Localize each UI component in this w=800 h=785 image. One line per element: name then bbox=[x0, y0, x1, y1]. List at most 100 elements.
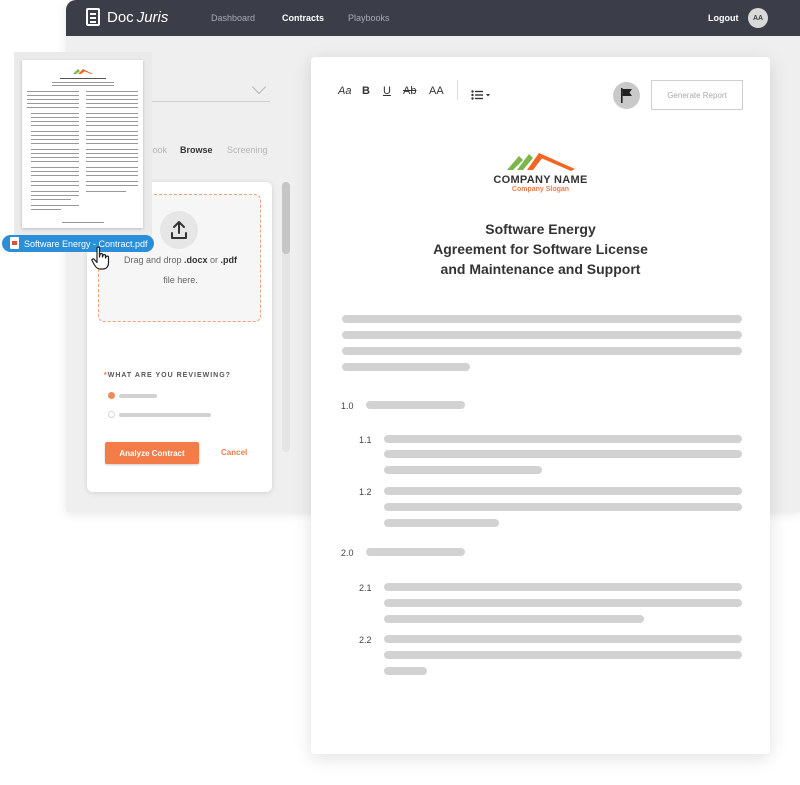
review-option-label-1 bbox=[119, 394, 157, 398]
cancel-button[interactable]: Cancel bbox=[221, 448, 247, 457]
company-logo bbox=[505, 150, 577, 177]
thumb-line bbox=[86, 157, 138, 158]
thumb-line bbox=[31, 185, 79, 186]
thumb-line bbox=[52, 82, 114, 83]
tab-browse[interactable]: Browse bbox=[180, 145, 213, 155]
thumb-line bbox=[31, 171, 79, 172]
text-placeholder-line bbox=[384, 635, 742, 643]
thumb-line bbox=[31, 153, 79, 154]
thumb-line bbox=[31, 143, 79, 144]
logout-link[interactable]: Logout bbox=[708, 13, 739, 23]
text-placeholder-line bbox=[384, 435, 742, 443]
dragged-file-preview[interactable] bbox=[14, 52, 152, 236]
flag-icon bbox=[621, 88, 632, 103]
text-placeholder-line bbox=[342, 315, 742, 323]
thumb-line bbox=[86, 95, 138, 96]
generate-report-button[interactable]: Generate Report bbox=[651, 80, 743, 110]
thumb-line bbox=[31, 181, 79, 182]
all-caps-button[interactable]: AA bbox=[429, 85, 444, 97]
text-placeholder-line bbox=[342, 331, 742, 339]
thumb-line bbox=[31, 139, 79, 140]
nav-dashboard[interactable]: Dashboard bbox=[211, 13, 255, 23]
section-number-2-0: 2.0 bbox=[341, 548, 354, 558]
thumb-line bbox=[86, 99, 138, 100]
avatar[interactable]: AA bbox=[748, 8, 768, 28]
strikethrough-button[interactable]: Ab bbox=[403, 85, 416, 97]
text-placeholder-line bbox=[384, 487, 742, 495]
thumb-line bbox=[31, 117, 79, 118]
thumb-line bbox=[31, 161, 79, 162]
file-thumbnail-page bbox=[22, 60, 143, 228]
toolbar-divider bbox=[457, 80, 458, 100]
font-style-button[interactable]: Aa bbox=[338, 85, 351, 97]
thumb-line bbox=[86, 131, 138, 132]
text-placeholder-line bbox=[384, 450, 742, 458]
analyze-contract-button[interactable]: Analyze Contract bbox=[105, 442, 199, 464]
thumb-line bbox=[31, 175, 79, 176]
thumb-line bbox=[86, 161, 138, 162]
text-placeholder-line bbox=[384, 651, 742, 659]
thumb-line bbox=[86, 103, 138, 104]
document-title-line-3: and Maintenance and Support bbox=[440, 261, 641, 277]
dragged-file-chip[interactable]: Software Energy - Contract.pdf bbox=[2, 235, 154, 252]
thumb-line bbox=[86, 143, 138, 144]
review-option-radio-2[interactable] bbox=[108, 411, 115, 418]
thumb-line bbox=[86, 117, 138, 118]
thumb-line bbox=[86, 191, 126, 192]
stage: Doc Juris Dashboard Contracts Playbooks … bbox=[0, 0, 800, 785]
thumb-line bbox=[52, 85, 114, 86]
thumb-line bbox=[86, 167, 138, 168]
thumb-line bbox=[31, 195, 79, 196]
thumb-line bbox=[86, 91, 138, 92]
dragged-file-name: Software Energy - Contract.pdf bbox=[24, 238, 148, 249]
text-placeholder-line bbox=[342, 347, 742, 355]
text-placeholder-line bbox=[384, 519, 499, 527]
section-heading-placeholder bbox=[366, 548, 465, 556]
bold-button[interactable]: B bbox=[362, 85, 370, 97]
thumb-line bbox=[86, 121, 138, 122]
company-slogan: Company Slogan bbox=[511, 186, 570, 193]
thumb-line bbox=[31, 191, 79, 192]
thumb-line bbox=[86, 171, 138, 172]
hand-cursor-icon bbox=[91, 246, 111, 275]
text-placeholder-line bbox=[384, 599, 742, 607]
thumb-line bbox=[27, 99, 79, 100]
logo-text-juris: Juris bbox=[136, 8, 169, 26]
text-placeholder-line bbox=[384, 615, 644, 623]
thumb-line bbox=[27, 103, 79, 104]
thumb-line bbox=[31, 209, 61, 210]
nav-playbooks[interactable]: Playbooks bbox=[348, 13, 390, 23]
drop-instructions-2: file here. bbox=[163, 275, 198, 285]
document-title-line-1: Software Energy bbox=[485, 221, 596, 237]
nav-contracts[interactable]: Contracts bbox=[282, 13, 324, 23]
thumb-line bbox=[31, 149, 79, 150]
scrollbar-thumb[interactable] bbox=[282, 182, 290, 254]
section-heading-placeholder bbox=[366, 401, 465, 409]
tab-screening[interactable]: Screening bbox=[227, 145, 268, 155]
list-menu-icon[interactable] bbox=[471, 87, 491, 105]
review-option-radio-1[interactable] bbox=[108, 392, 115, 399]
section-number-2-1: 2.1 bbox=[359, 583, 372, 593]
thumb-line bbox=[31, 121, 79, 122]
thumb-line bbox=[27, 107, 79, 108]
thumb-line bbox=[86, 113, 138, 114]
text-placeholder-line bbox=[384, 503, 742, 511]
thumb-line bbox=[31, 157, 79, 158]
flag-button[interactable] bbox=[613, 82, 640, 109]
section-number-1-2: 1.2 bbox=[359, 487, 372, 497]
thumb-line bbox=[86, 139, 138, 140]
text-placeholder-line bbox=[384, 583, 742, 591]
thumb-line bbox=[60, 78, 106, 79]
thumb-line bbox=[31, 135, 79, 136]
upload-icon[interactable] bbox=[160, 211, 198, 249]
thumb-line bbox=[31, 125, 79, 126]
company-name: COMPANY NAME bbox=[493, 174, 588, 186]
thumb-line bbox=[31, 113, 79, 114]
top-navbar: Doc Juris Dashboard Contracts Playbooks … bbox=[66, 0, 800, 36]
thumb-line bbox=[31, 199, 71, 200]
drop-instructions: Drag and drop .docx or .pdf bbox=[123, 255, 238, 265]
section-number-1-0: 1.0 bbox=[341, 401, 354, 411]
underline-button[interactable]: U bbox=[383, 85, 391, 97]
document-editor: Aa B U Ab AA Generate Report COMPANY NAM… bbox=[311, 57, 770, 754]
app-logo[interactable]: Doc Juris bbox=[86, 8, 168, 26]
